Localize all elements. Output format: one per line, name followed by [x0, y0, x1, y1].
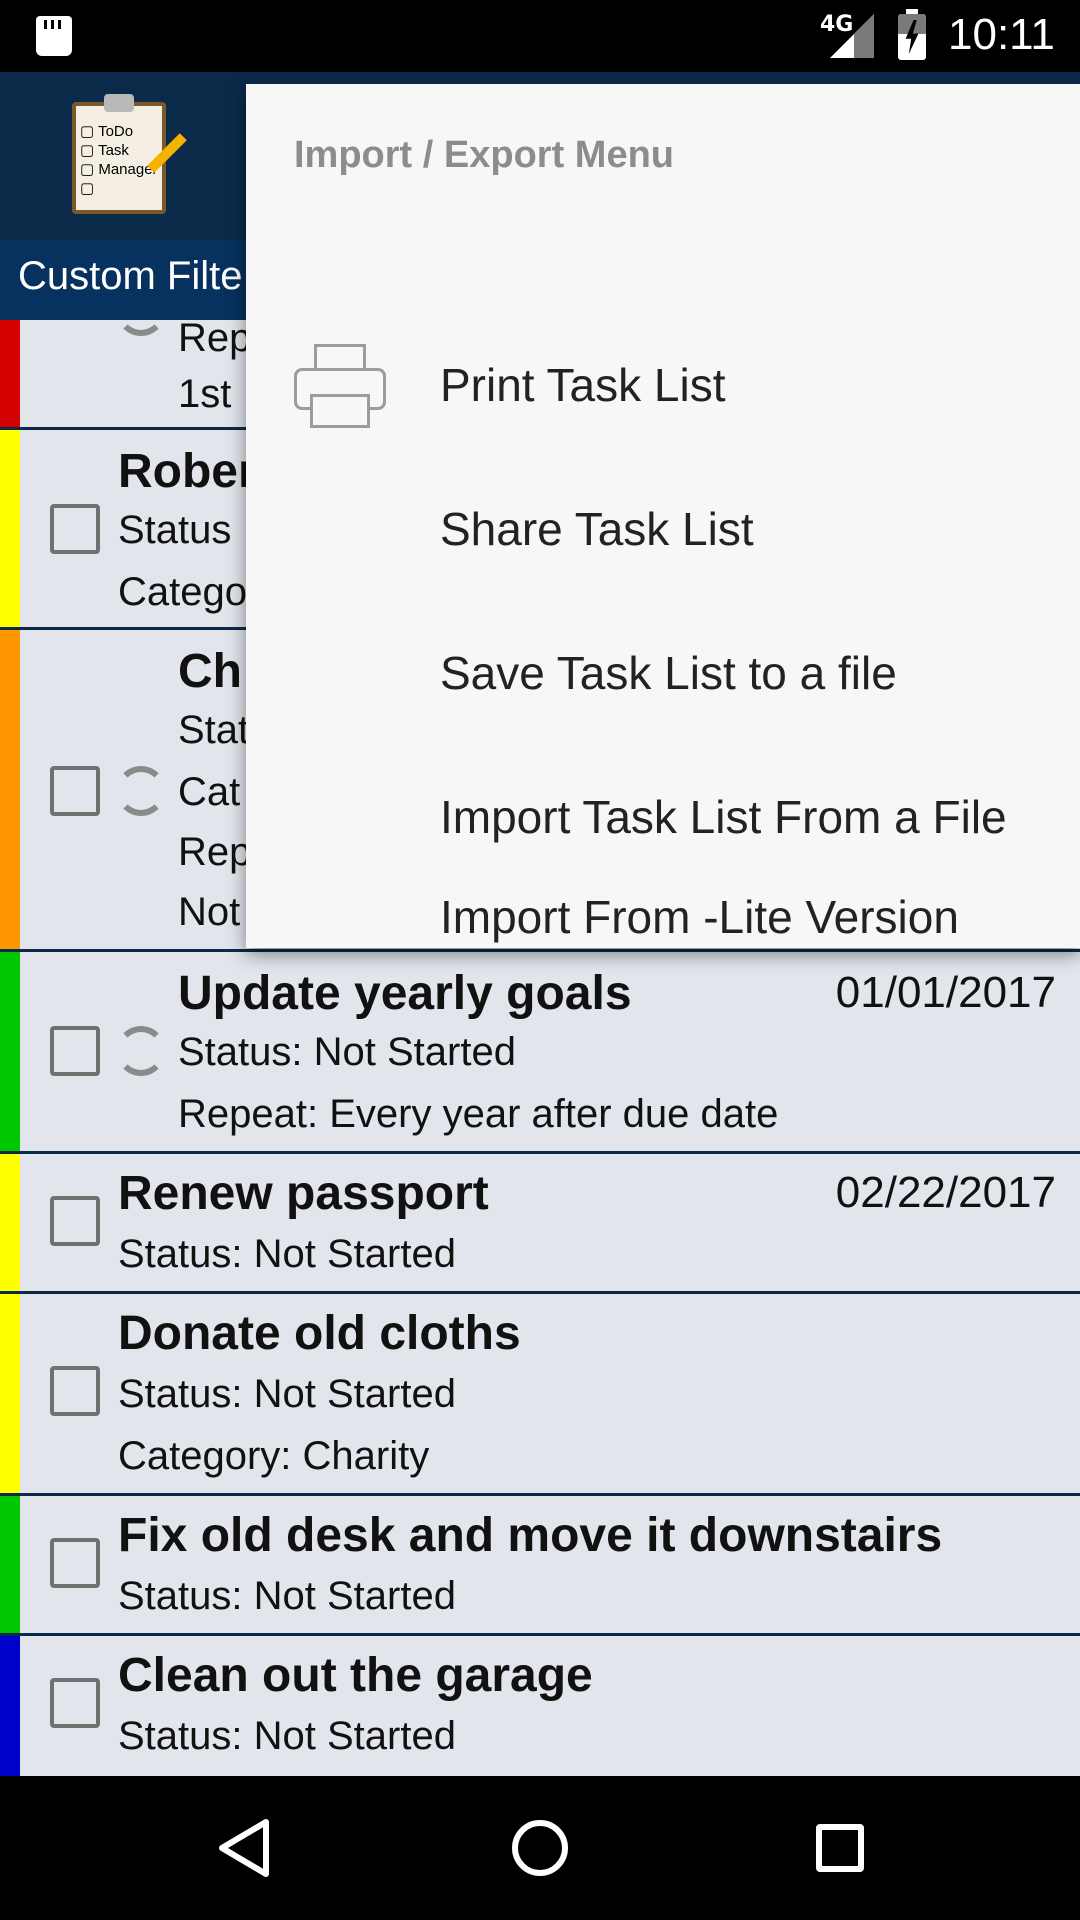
- repeat-icon: [116, 320, 166, 336]
- task-detail: Category: Charity: [118, 1434, 430, 1478]
- task-detail: Catego: [118, 570, 247, 614]
- task-detail: Status: Not Started: [178, 1030, 516, 1074]
- task-detail: Status: Not Started: [118, 1714, 456, 1758]
- task-detail: 1st: [178, 372, 232, 416]
- task-detail: Status: Not Started: [118, 1574, 456, 1618]
- task-title: Ch: [178, 645, 242, 698]
- task-due-date: 01/01/2017: [835, 968, 1056, 1017]
- task-detail: Status: Not Started: [118, 1372, 456, 1416]
- task-title: Clean out the garage: [118, 1649, 593, 1702]
- task-checkbox[interactable]: [50, 1026, 100, 1076]
- task-title: Update yearly goals: [178, 967, 632, 1020]
- back-icon[interactable]: [214, 1818, 274, 1878]
- task-title: Donate old cloths: [118, 1307, 521, 1360]
- task-detail: Rep: [178, 830, 252, 874]
- menu-item-label: Save Task List to a file: [440, 647, 897, 699]
- menu-title: Import / Export Menu: [294, 134, 674, 176]
- battery-charging-icon: [898, 9, 926, 60]
- clock: 10:11: [948, 10, 1055, 59]
- task-detail: Status: [118, 508, 232, 552]
- menu-item-print[interactable]: Print Task List: [246, 314, 1080, 458]
- task-detail: Status: Not Started: [118, 1232, 456, 1276]
- app-logo[interactable]: ▢ ToDo ▢ Task ▢ Manager ▢: [72, 94, 187, 214]
- task-detail: Rep: [178, 320, 252, 360]
- task-row[interactable]: Donate old cloths Status: Not Started Cate…: [0, 1294, 1080, 1496]
- priority-bar: [0, 1496, 20, 1633]
- task-title: Rober: [118, 445, 257, 498]
- task-checkbox[interactable]: [50, 766, 100, 816]
- menu-item-label: Print Task List: [440, 359, 726, 411]
- task-detail: Stat: [178, 708, 250, 752]
- network-type: 4G: [820, 12, 854, 37]
- menu-item-label: Import Task List From a File: [440, 791, 1007, 843]
- import-export-menu: Import / Export Menu Print Task List Sha…: [246, 84, 1080, 948]
- task-detail: Not: [178, 890, 241, 934]
- menu-item-save[interactable]: Save Task List to a file: [246, 602, 1080, 746]
- task-title: Renew passport: [118, 1167, 489, 1220]
- priority-bar: [0, 430, 20, 627]
- menu-item-label: Import From -Lite Version: [440, 891, 959, 943]
- task-detail: Repeat: Every year after due date: [178, 1092, 779, 1136]
- priority-bar: [0, 1636, 20, 1776]
- priority-bar: [0, 1294, 20, 1493]
- task-due-date: 02/22/2017: [835, 1168, 1056, 1217]
- task-checkbox[interactable]: [50, 504, 100, 554]
- priority-bar: [0, 320, 20, 427]
- menu-item-import-file[interactable]: Import Task List From a File: [246, 746, 1080, 890]
- repeat-icon: [116, 1026, 166, 1076]
- priority-bar: [0, 630, 20, 949]
- filter-label: Custom Filte: [18, 254, 243, 298]
- menu-item-label: Share Task List: [440, 503, 754, 555]
- printer-icon: [294, 344, 386, 428]
- task-row[interactable]: Fix old desk and move it downstairs Statu…: [0, 1496, 1080, 1636]
- repeat-icon: [116, 766, 166, 816]
- task-title: Fix old desk and move it downstairs: [118, 1509, 943, 1562]
- task-row[interactable]: Renew passport 02/22/2017 Status: Not Star…: [0, 1154, 1080, 1294]
- home-icon[interactable]: [512, 1820, 568, 1876]
- task-checkbox[interactable]: [50, 1678, 100, 1728]
- task-row[interactable]: Clean out the garage Status: Not Started: [0, 1636, 1080, 1776]
- navigation-bar: [0, 1776, 1080, 1920]
- priority-bar: [0, 1154, 20, 1291]
- sd-card-icon: [36, 16, 72, 56]
- menu-item-share[interactable]: Share Task List: [246, 458, 1080, 602]
- recent-apps-icon[interactable]: [816, 1824, 864, 1872]
- status-bar: 4G 10:11: [0, 0, 1080, 72]
- task-checkbox[interactable]: [50, 1366, 100, 1416]
- task-checkbox[interactable]: [50, 1538, 100, 1588]
- menu-item-import-lite[interactable]: Import From -Lite Version: [246, 890, 1080, 948]
- task-checkbox[interactable]: [50, 1196, 100, 1246]
- priority-bar: [0, 952, 20, 1151]
- task-detail: Cat: [178, 770, 241, 814]
- task-row[interactable]: Update yearly goals 01/01/2017 Status: Not…: [0, 952, 1080, 1154]
